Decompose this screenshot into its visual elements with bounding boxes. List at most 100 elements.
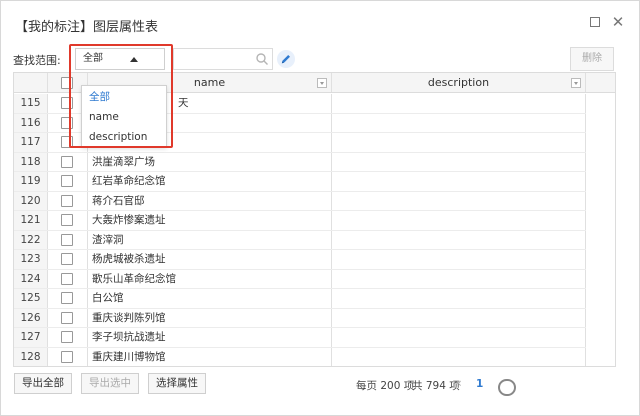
table-row[interactable]: 118 洪崖滴翠广场	[14, 152, 615, 172]
row-checkbox[interactable]	[61, 253, 73, 265]
scrollbar-track[interactable]	[586, 93, 615, 366]
table-row[interactable]: 122 渣滓洞	[14, 230, 615, 250]
scope-select[interactable]: 全部	[75, 48, 165, 70]
row-select-cell	[48, 347, 88, 366]
row-number: 125	[14, 289, 48, 308]
cell-name[interactable]: 洪崖滴翠广场	[88, 152, 332, 171]
cell-name[interactable]: 杨虎城被杀遗址	[88, 250, 332, 269]
dropdown-option[interactable]: 全部	[82, 87, 166, 107]
cell-description[interactable]	[332, 250, 586, 269]
cell-description[interactable]	[332, 347, 586, 366]
page-size-label: 每页 200 项	[356, 380, 415, 392]
cell-description[interactable]	[332, 269, 586, 288]
total-count-label: 共 794 项	[412, 380, 460, 392]
row-select-cell	[48, 230, 88, 249]
row-checkbox[interactable]	[61, 272, 73, 285]
table-row[interactable]: 126 重庆谈判陈列馆	[14, 308, 615, 328]
dropdown-option[interactable]: description	[82, 127, 166, 147]
row-select-cell	[48, 269, 88, 288]
row-checkbox[interactable]	[61, 175, 73, 187]
caret-up-icon	[130, 57, 138, 62]
cell-description[interactable]	[332, 328, 586, 347]
row-select-cell	[48, 250, 88, 269]
cell-description[interactable]	[332, 211, 586, 230]
dropdown-option[interactable]: name	[82, 107, 166, 127]
cell-description[interactable]	[332, 172, 586, 191]
row-checkbox[interactable]	[61, 214, 73, 226]
row-checkbox[interactable]	[61, 116, 73, 129]
scope-select-value: 全部	[83, 53, 103, 64]
cell-name[interactable]: 大轰炸惨案遗址	[88, 211, 332, 230]
row-number: 126	[14, 308, 48, 327]
row-number: 115	[14, 94, 48, 113]
select-attributes-button[interactable]: 选择属性	[148, 373, 206, 394]
watermark-logo-icon	[498, 379, 516, 396]
filter-dropdown-icon[interactable]	[317, 78, 327, 88]
maximize-button[interactable]	[588, 15, 602, 29]
table-row[interactable]: 119 红岩革命纪念馆	[14, 172, 615, 192]
cell-description[interactable]	[332, 308, 586, 327]
cell-name[interactable]: 渣滓洞	[88, 230, 332, 249]
cell-description[interactable]	[332, 94, 586, 113]
table-row[interactable]: 127 李子坝抗战遗址	[14, 328, 615, 348]
cell-name[interactable]: 重庆建川博物馆	[88, 347, 332, 366]
cell-description[interactable]	[332, 230, 586, 249]
export-selected-button[interactable]: 导出选中	[81, 373, 139, 394]
row-number: 127	[14, 328, 48, 347]
row-number: 122	[14, 230, 48, 249]
row-checkbox[interactable]	[61, 194, 73, 207]
row-number: 124	[14, 269, 48, 288]
cell-description[interactable]	[332, 133, 586, 152]
row-select-cell	[48, 289, 88, 308]
row-checkbox[interactable]	[61, 97, 73, 109]
pencil-icon	[281, 55, 290, 64]
cell-name[interactable]: 白公馆	[88, 289, 332, 308]
cell-name[interactable]: 歌乐山革命纪念馆	[88, 269, 332, 288]
row-select-cell	[48, 172, 88, 191]
row-checkbox[interactable]	[61, 292, 73, 304]
cell-name[interactable]: 重庆谈判陈列馆	[88, 308, 332, 327]
row-select-cell	[48, 152, 88, 171]
row-number: 117	[14, 133, 48, 152]
cell-name[interactable]: 李子坝抗战遗址	[88, 328, 332, 347]
row-checkbox[interactable]	[61, 155, 73, 168]
row-checkbox[interactable]	[61, 331, 73, 343]
row-select-cell	[48, 328, 88, 347]
row-checkbox[interactable]	[61, 136, 73, 148]
header-filler	[586, 73, 615, 92]
table-row[interactable]: 121 大轰炸惨案遗址	[14, 211, 615, 231]
row-number: 120	[14, 191, 48, 210]
table-row[interactable]: 128 重庆建川博物馆	[14, 347, 615, 366]
close-button[interactable]: ✕	[611, 15, 625, 30]
current-page[interactable]: 1	[476, 378, 483, 390]
table-row[interactable]: 120 蒋介石官邸	[14, 191, 615, 211]
select-all-checkbox[interactable]	[61, 77, 73, 89]
titlebar: 【我的标注】图层属性表 ✕	[1, 1, 639, 43]
search-icon[interactable]	[255, 52, 269, 66]
row-select-cell	[48, 308, 88, 327]
filter-dropdown-icon[interactable]	[571, 78, 581, 88]
cell-description[interactable]	[332, 113, 586, 132]
table-row[interactable]: 123 杨虎城被杀遗址	[14, 250, 615, 270]
cell-description[interactable]	[332, 289, 586, 308]
export-all-button[interactable]: 导出全部	[14, 373, 72, 394]
edit-button[interactable]	[277, 50, 295, 68]
row-number: 128	[14, 347, 48, 366]
header-name-label: name	[193, 76, 226, 89]
delete-button[interactable]: 删除	[570, 47, 614, 71]
table-row[interactable]: 124 歌乐山革命纪念馆	[14, 269, 615, 289]
cell-name[interactable]: 蒋介石官邸	[88, 191, 332, 210]
header-description[interactable]: description	[332, 73, 586, 92]
cell-name[interactable]: 红岩革命纪念馆	[88, 172, 332, 191]
row-checkbox[interactable]	[61, 350, 73, 363]
prev-page-button[interactable]: ‹	[457, 376, 462, 390]
header-rownum	[14, 73, 48, 92]
cell-description[interactable]	[332, 191, 586, 210]
maximize-icon	[590, 17, 600, 27]
cell-description[interactable]	[332, 152, 586, 171]
attribute-table-dialog: 【我的标注】图层属性表 ✕ 查找范围: 全部 删除 name descripti…	[0, 0, 640, 416]
row-checkbox[interactable]	[61, 233, 73, 246]
scope-label: 查找范围:	[13, 54, 61, 67]
table-row[interactable]: 125 白公馆	[14, 289, 615, 309]
row-checkbox[interactable]	[61, 311, 73, 324]
